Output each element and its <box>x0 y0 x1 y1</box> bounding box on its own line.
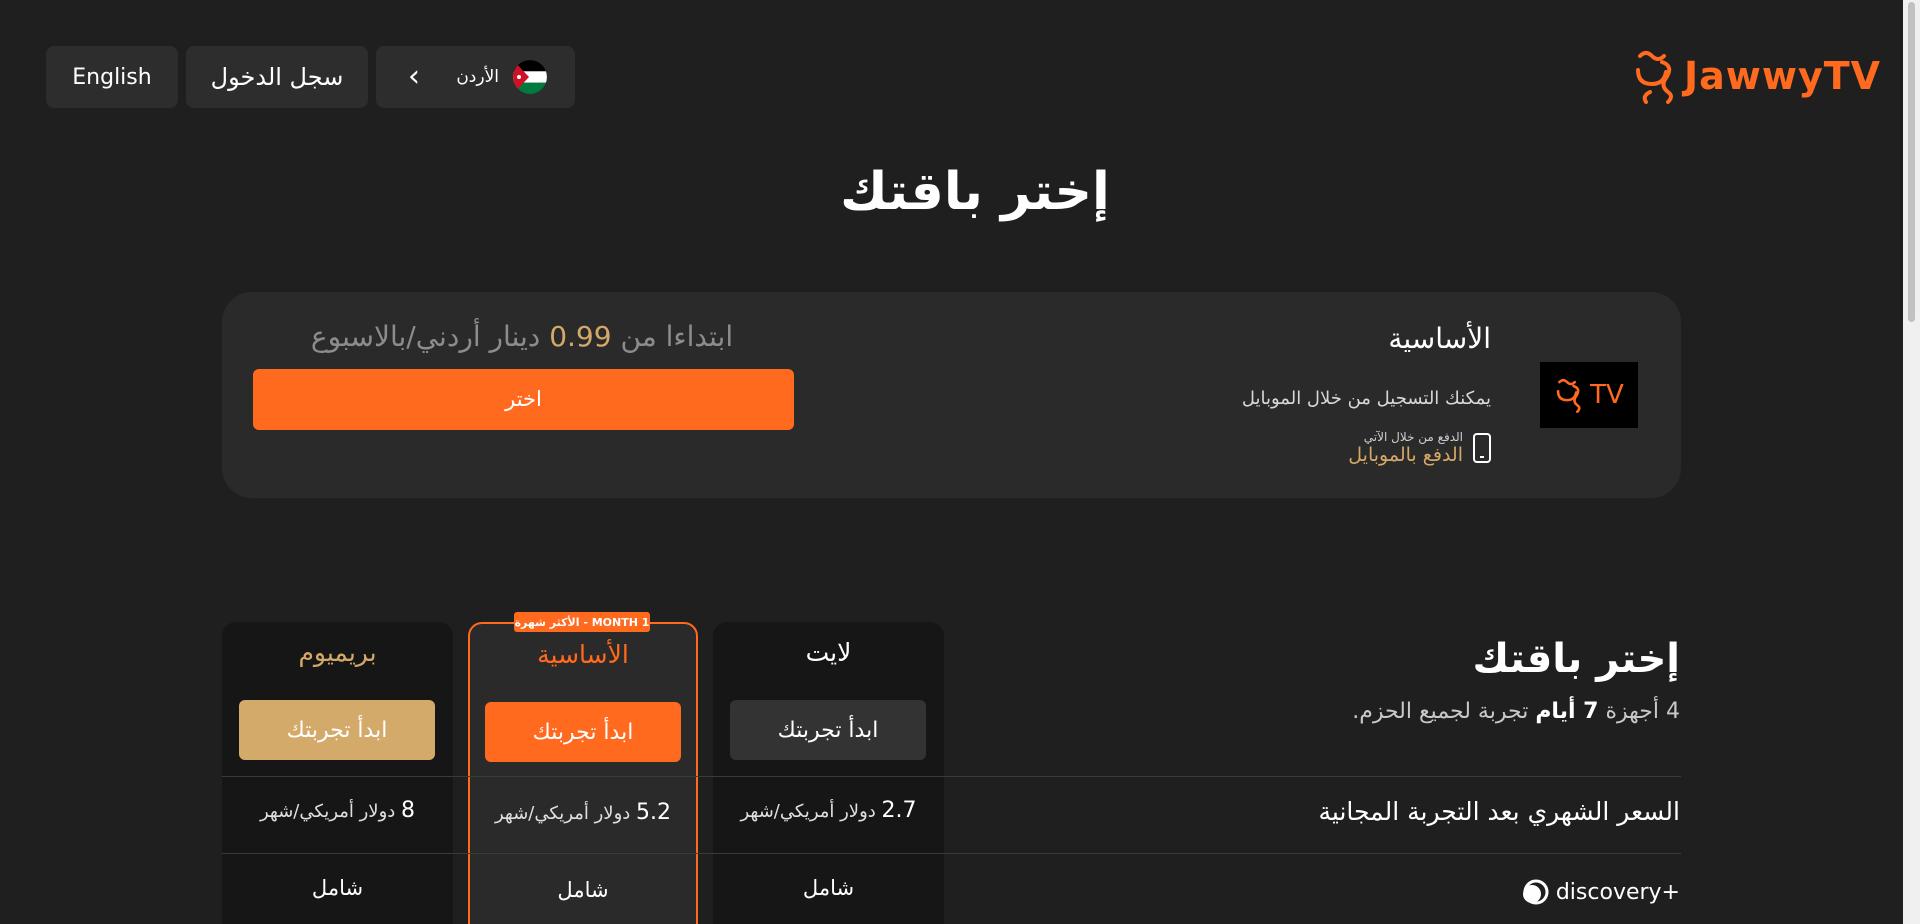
monthly-price-row-label: السعر الشهري بعد التجربة المجانية <box>1318 797 1680 826</box>
plan-column-name: لايت <box>805 638 852 667</box>
chevron-left-icon: ‹ <box>408 59 420 94</box>
language-button[interactable]: English <box>46 46 178 108</box>
payment-method: الدفع من خلال الآتي الدفع بالموبايل <box>1348 430 1491 466</box>
jawwy-small-logo-icon <box>1556 378 1581 413</box>
mobile-phone-icon <box>1473 433 1491 463</box>
subtitle-devices: 4 أجهزة <box>1605 699 1680 724</box>
price-value: 0.99 <box>549 320 612 353</box>
discovery-included-cell: شامل <box>311 876 364 900</box>
payment-caption: الدفع من خلال الآتي <box>1363 430 1463 444</box>
row-divider <box>222 776 1681 777</box>
discovery-included-cell: شامل <box>557 878 609 902</box>
subtitle-days: 7 أيام <box>1535 699 1599 724</box>
page: JawwyTV English سجل الدخول ‹ الأردن إختر… <box>0 0 1920 924</box>
discovery-logo-icon <box>1522 879 1549 905</box>
price-suffix: دينار أردني/بالاسبوع <box>310 320 541 353</box>
plan-column-name: بريميوم <box>298 638 377 667</box>
brand-wordmark: JawwyTV <box>1684 54 1882 98</box>
monthly-price-cell: 5.2 دولار أمريكي/شهر <box>470 800 696 825</box>
plan-column-name: الأساسية <box>537 640 629 669</box>
login-button[interactable]: سجل الدخول <box>186 46 368 108</box>
price-number: 8 <box>401 798 416 823</box>
vertical-scrollbar[interactable] <box>1903 0 1920 924</box>
price-unit: دولار أمريكي/شهر <box>740 801 876 822</box>
price-number: 5.2 <box>636 800 672 825</box>
jawwy-tv-logo[interactable]: JawwyTV <box>1632 48 1881 104</box>
discovery-row-label: discovery+ <box>1520 878 1680 906</box>
row-divider <box>222 853 1681 854</box>
plan-column-premium: بريميوم ابدأ تجربتك 8 دولار أمريكي/شهر ش… <box>222 622 453 924</box>
subtitle-rest: تجربة لجميع الحزم. <box>1352 699 1529 724</box>
monthly-price-cell: 8 دولار أمريكي/شهر <box>222 798 453 823</box>
jordan-flag-icon <box>513 60 547 94</box>
start-trial-button-premium[interactable]: ابدأ تجربتك <box>239 700 435 760</box>
jawwy-logo-icon <box>1636 51 1673 104</box>
plan-logo-text: TV <box>1590 380 1624 410</box>
plan-column-basic: الأساسية ابدأ تجربتك 5.2 دولار أمريكي/شه… <box>468 622 698 924</box>
price-unit: دولار أمريكي/شهر <box>259 801 396 822</box>
plan-name: الأساسية <box>1388 322 1491 355</box>
country-label: الأردن <box>456 67 499 87</box>
most-popular-badge: MONTH 1 - الأكثر شهرة <box>514 612 650 632</box>
payment-method-label: الدفع بالموبايل <box>1348 444 1463 466</box>
price-unit: دولار أمريكي/شهر <box>494 803 631 824</box>
scrollbar-thumb[interactable] <box>1908 2 1915 322</box>
plan-registration-note: يمكنك التسجيل من خلال الموبايل <box>1241 388 1491 409</box>
price-prefix: ابتداءا من <box>620 320 734 353</box>
comparison-title: إختر باقتك <box>1472 636 1680 682</box>
start-trial-button-basic[interactable]: ابدأ تجربتك <box>485 702 681 762</box>
discovery-label-text: discovery+ <box>1555 879 1680 905</box>
comparison-subtitle: 4 أجهزة 7 أيام تجربة لجميع الحزم. <box>1352 699 1680 724</box>
monthly-price-cell: 2.7 دولار أمريكي/شهر <box>713 798 944 823</box>
plan-card: TV الأساسية يمكنك التسجيل من خلال الموبا… <box>222 292 1681 498</box>
page-title: إختر باقتك <box>840 162 1110 222</box>
plan-price: ابتداءا من 0.99 دينار أردني/بالاسبوع <box>252 320 792 353</box>
discovery-included-cell: شامل <box>802 876 855 900</box>
choose-plan-button[interactable]: اختر <box>253 369 794 430</box>
plan-column-lite: لايت ابدأ تجربتك 2.7 دولار أمريكي/شهر شا… <box>713 622 944 924</box>
plan-logo: TV <box>1540 362 1638 428</box>
start-trial-button-lite[interactable]: ابدأ تجربتك <box>730 700 926 760</box>
country-selector[interactable]: ‹ الأردن <box>376 46 575 108</box>
price-number: 2.7 <box>881 798 917 823</box>
